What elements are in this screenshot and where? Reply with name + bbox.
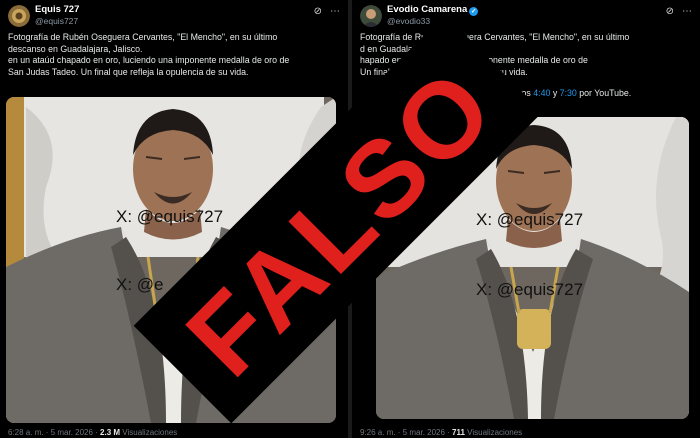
grok-icon[interactable]: ⊘: [314, 6, 322, 17]
promo-text: por YouTube.: [576, 88, 632, 98]
views-label: Visualizaciones: [120, 428, 178, 437]
watermark-text: X: @e: [116, 275, 164, 294]
tweet-text-line: en un ataúd chapado en oro, luciendo una…: [8, 55, 290, 65]
promo-text: y: [550, 88, 560, 98]
coffin-photo-illustration: X: @equis727 X: @e: [6, 97, 336, 423]
tweet-text-line: Un final que refleja la opulencia de su …: [360, 66, 528, 77]
display-name[interactable]: Equis 727: [35, 4, 79, 15]
promo-link[interactable]: Camarena: [455, 88, 496, 98]
coffin-photo-illustration: X: @equis727 X: @equis727: [376, 117, 689, 419]
tweet-text-line: descanso en Guadalajara, Jalisco.: [8, 43, 143, 54]
user-handle[interactable]: @equis727: [35, 16, 78, 26]
promo-line: Camarena en vivos 4:40 y 7:30 por YouTub…: [360, 88, 690, 100]
tweet-text-line: hapado en oro, luciendo una imponente me…: [360, 55, 588, 65]
watermark-text: X: @equis727: [116, 207, 223, 226]
timestamp[interactable]: 6:28 a. m. · 5 mar. 2026 ·: [8, 428, 100, 437]
display-name[interactable]: Evodio Camarena ✓: [387, 4, 479, 16]
grok-icon[interactable]: ⊘: [666, 6, 674, 17]
timestamp[interactable]: 9:26 a. m. · 5 mar. 2026 ·: [360, 428, 452, 437]
more-icon[interactable]: ⋯: [682, 6, 692, 17]
promo-link[interactable]: 4:40: [533, 88, 550, 98]
view-count: 2.3 M: [100, 428, 121, 437]
header-actions: ⊘ ⋯: [306, 6, 340, 17]
tweet-footer: 9:26 a. m. · 5 mar. 2026 · 711 Visualiza…: [360, 428, 522, 437]
user-handle[interactable]: @evodio33: [387, 16, 430, 26]
tweet-footer: 6:28 a. m. · 5 mar. 2026 · 2.3 M Visuali…: [8, 428, 177, 437]
tweet-header: Evodio Camarena ✓ @evodio33 ⊘ ⋯: [360, 3, 692, 29]
promo-text: en vivos: [496, 88, 534, 98]
right-tweet: Evodio Camarena ✓ @evodio33 ⊘ ⋯ Fotografía…: [352, 0, 700, 438]
avatar[interactable]: [8, 5, 30, 27]
verified-badge-icon: ✓: [469, 7, 479, 16]
tweet-text-line: d en Guadalajara, Jalisco.: [360, 43, 462, 54]
view-count: 711: [452, 428, 465, 437]
left-tweet: Equis 727 @equis727 ⊘ ⋯ Fotografía de Rub…: [0, 0, 348, 438]
tweet-text: Fotografía de Rubén Oseguera Cervantes, …: [8, 32, 338, 78]
tweet-photo[interactable]: X: @equis727 X: @e: [6, 97, 336, 423]
tweet-header: Equis 727 @equis727 ⊘ ⋯: [8, 3, 340, 29]
tweet-photo[interactable]: X: @equis727 X: @equis727: [376, 117, 689, 419]
more-icon[interactable]: ⋯: [330, 6, 340, 17]
avatar[interactable]: [360, 5, 382, 27]
watermark-text: X: @equis727: [476, 210, 583, 229]
views-label: Visualizaciones: [464, 428, 523, 437]
promo-link[interactable]: 7:30: [560, 88, 577, 98]
watermark-text: X: @equis727: [476, 280, 583, 299]
tweet-text: Fotografía de Rubén Oseguera Cervantes, …: [360, 32, 690, 100]
tweet-text-line: San Judas Tadeo. Un final que refleja la…: [8, 66, 249, 77]
header-actions: ⊘ ⋯: [658, 6, 692, 17]
display-name-text: Evodio Camarena: [387, 4, 468, 15]
tweet-text-line: Fotografía de Rubén Oseguera Cervantes, …: [360, 32, 630, 42]
tweet-text-line: Fotografía de Rubén Oseguera Cervantes, …: [8, 32, 278, 42]
